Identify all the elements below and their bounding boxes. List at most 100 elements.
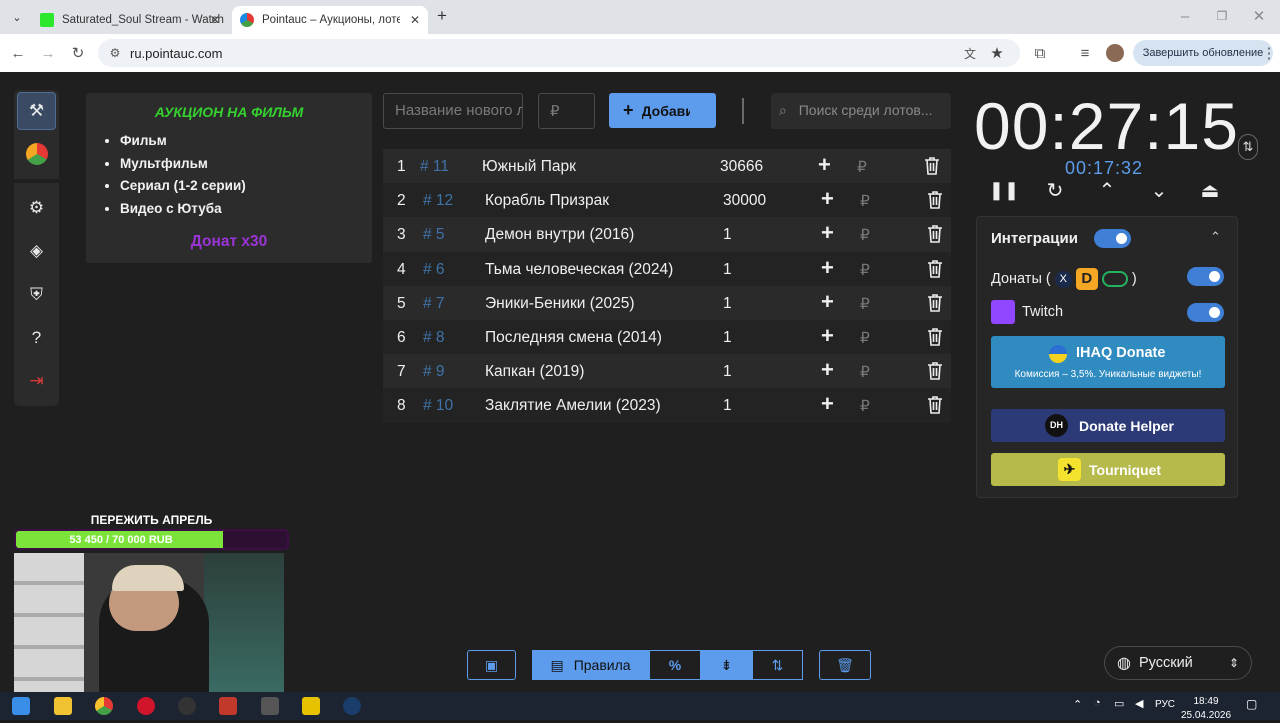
input-language[interactable]: РУС (1155, 699, 1175, 710)
chevron-down-icon[interactable]: ⌄ (1147, 178, 1171, 202)
browser-tab-twitch[interactable]: Saturated_Soul Stream - Watch ✕ (32, 6, 228, 34)
media-control-icon[interactable]: ≡ (1074, 42, 1096, 64)
lot-amount[interactable]: 30000 (723, 192, 766, 210)
app-icon[interactable] (302, 697, 320, 715)
lot-name[interactable]: Последняя смена (2014) (485, 329, 662, 347)
lot-name[interactable]: Южный Парк (482, 158, 576, 176)
tourniquet-button[interactable]: ✈ Tourniquet (991, 453, 1225, 486)
add-lot-button[interactable]: + Добавить (609, 93, 716, 128)
browser-menu-icon[interactable]: ⋮ (1262, 42, 1277, 64)
lot-amount[interactable]: 1 (723, 397, 732, 415)
add-amount-icon[interactable]: + (821, 324, 834, 347)
network-icon[interactable]: ◔ (1094, 697, 1101, 709)
sidebar-item-wheel[interactable] (17, 135, 56, 173)
app-icon[interactable] (261, 697, 279, 715)
delete-lot-icon[interactable] (927, 327, 943, 346)
lot-amount-currency[interactable]: ₽ (857, 158, 867, 177)
lot-amount-currency[interactable]: ₽ (860, 397, 870, 416)
opera-icon[interactable] (137, 697, 155, 715)
close-tab-icon[interactable]: ✕ (410, 13, 420, 27)
close-window-icon[interactable]: ✕ (1248, 5, 1270, 27)
add-amount-icon[interactable]: + (818, 154, 831, 176)
chrome-icon[interactable] (95, 697, 113, 715)
reload-icon[interactable]: ↻ (67, 42, 89, 64)
windows-start-icon[interactable] (12, 697, 30, 715)
collapse-chevron-icon[interactable]: ⌃ (1210, 229, 1221, 245)
obs-icon[interactable] (178, 697, 196, 715)
forward-icon[interactable]: → (37, 42, 59, 64)
lot-name[interactable]: Капкан (2019) (485, 363, 584, 381)
update-button[interactable]: Завершить обновление (1133, 40, 1273, 66)
lot-amount[interactable]: 1 (723, 226, 732, 244)
add-amount-icon[interactable]: + (821, 393, 834, 415)
double-chevron-up-icon[interactable]: ⏏ (1198, 178, 1222, 202)
lot-amount-currency[interactable]: ₽ (860, 363, 870, 382)
delete-lot-icon[interactable] (924, 156, 940, 175)
chevron-up-icon[interactable]: ⌃ (1095, 178, 1119, 202)
delete-lot-icon[interactable] (927, 224, 943, 244)
twitch-toggle[interactable] (1187, 303, 1224, 322)
lot-amount[interactable]: 30666 (720, 158, 763, 176)
integrations-toggle[interactable] (1094, 229, 1131, 248)
delete-lot-icon[interactable] (927, 190, 943, 209)
new-tab-icon[interactable]: + (431, 5, 453, 27)
lot-search-input[interactable]: ⌕ Поиск среди лотов... (771, 93, 951, 129)
bookmark-star-icon[interactable]: ★ (986, 42, 1008, 64)
sidebar-item-logout[interactable]: ⇥ (17, 362, 56, 400)
lot-amount-currency[interactable]: ₽ (860, 261, 870, 280)
extensions-icon[interactable]: ⧉ (1029, 42, 1051, 64)
close-tab-icon[interactable]: ✕ (210, 13, 220, 27)
add-amount-icon[interactable]: + (821, 290, 834, 313)
address-bar[interactable]: ⚙ ru.pointauc.com 文 ★ (98, 39, 1020, 67)
lot-amount-currency[interactable]: ₽ (860, 192, 870, 211)
app-icon[interactable] (219, 697, 237, 715)
rules-button[interactable]: ▤ Правила (532, 650, 649, 680)
steam-icon[interactable] (343, 697, 361, 715)
battery-icon[interactable]: ▭ (1114, 697, 1124, 710)
lot-amount[interactable]: 1 (723, 363, 732, 381)
volume-icon[interactable]: ◀ (1135, 697, 1143, 710)
restart-icon[interactable]: ↻ (1043, 178, 1067, 202)
browser-tab-pointauc[interactable]: Pointauc – Аукционы, лотереи ✕ (232, 6, 428, 34)
taskbar-clock[interactable]: 18:49 25.04.2026 (1180, 689, 1232, 723)
delete-lot-icon[interactable] (927, 259, 943, 278)
donations-toggle[interactable] (1187, 267, 1224, 286)
lot-name[interactable]: Тьма человеческая (2024) (485, 261, 673, 279)
lot-name[interactable]: Корабль Призрак (485, 192, 609, 210)
new-lot-name-input[interactable]: Название нового лота (383, 93, 523, 129)
save-button[interactable]: ▣ (467, 650, 516, 680)
notifications-icon[interactable]: ▢ (1246, 697, 1257, 711)
donate-helper-button[interactable]: DH Donate Helper (991, 409, 1225, 442)
sidebar-item-settings[interactable]: ⚙ (17, 189, 56, 227)
sidebar-item-layers[interactable]: ◈ (17, 232, 56, 270)
swap-timer-icon[interactable]: ⇅ (1238, 134, 1258, 160)
tab-list-icon[interactable]: ⌄ (6, 6, 28, 28)
add-amount-icon[interactable]: + (821, 256, 834, 279)
profile-avatar[interactable] (1106, 44, 1124, 62)
ihaq-donate-button[interactable]: IHAQ Donate Комиссия – 3,5%. Уникальные … (991, 336, 1225, 388)
lot-amount-currency[interactable]: ₽ (860, 295, 870, 314)
lot-name[interactable]: Заклятие Амелии (2023) (485, 397, 661, 415)
translate-icon[interactable]: 文 (959, 42, 981, 64)
add-amount-icon[interactable]: + (821, 222, 834, 244)
sort-button[interactable]: ⇅ (752, 650, 803, 680)
sidebar-item-security[interactable]: ⛨ (17, 276, 56, 314)
sidebar-item-auction[interactable]: ⚒ (17, 92, 56, 130)
delete-lot-icon[interactable] (927, 395, 943, 415)
sidebar-item-help[interactable]: ? (17, 319, 56, 357)
delete-lot-icon[interactable] (927, 361, 943, 380)
lot-name[interactable]: Демон внутри (2016) (485, 226, 634, 244)
file-explorer-icon[interactable] (54, 697, 72, 715)
back-icon[interactable]: ← (7, 42, 29, 64)
pause-icon[interactable]: ❚❚ (989, 178, 1019, 202)
add-amount-icon[interactable]: + (821, 188, 834, 210)
minimize-icon[interactable]: – (1174, 5, 1196, 27)
lot-amount-currency[interactable]: ₽ (860, 329, 870, 348)
lot-amount[interactable]: 1 (723, 329, 732, 347)
percent-button[interactable]: % (649, 650, 701, 680)
maximize-icon[interactable]: ❐ (1211, 5, 1233, 27)
lot-amount[interactable]: 1 (723, 261, 732, 279)
delete-lot-icon[interactable] (927, 293, 943, 312)
tray-chevron-icon[interactable]: ⌃ (1073, 698, 1082, 711)
compress-button[interactable]: ⇟ (701, 650, 752, 680)
